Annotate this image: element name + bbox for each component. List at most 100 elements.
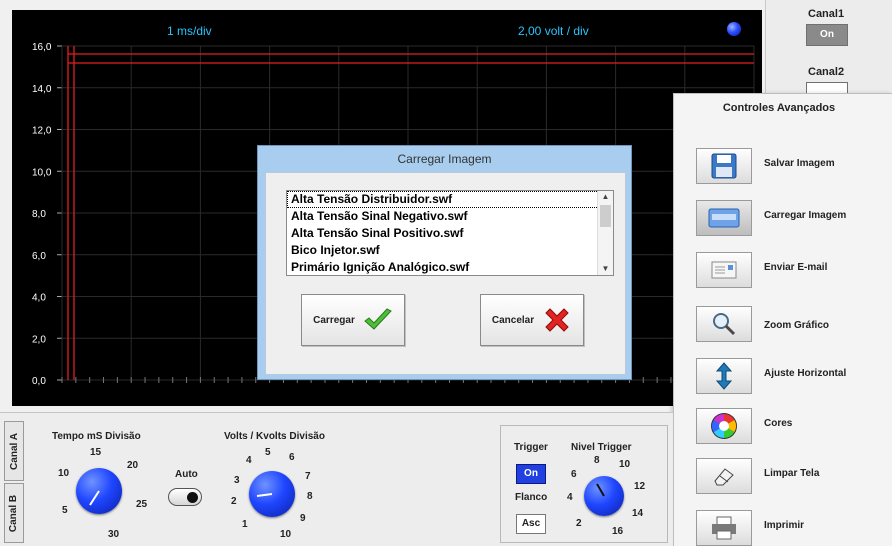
nivel-trigger-knob[interactable] [584, 476, 624, 516]
colors-label: Cores [764, 418, 793, 429]
y-tick-label: 8,0 [32, 209, 46, 220]
carregar-button[interactable]: Carregar [301, 294, 405, 346]
nivel-tick: 4 [567, 492, 573, 503]
load-image-label: Carregar Imagem [764, 210, 847, 221]
zoom-graph-label: Zoom Gráfico [764, 320, 830, 331]
color-wheel-icon [711, 413, 737, 439]
y-tick-label: 0,0 [32, 376, 46, 387]
dialog-title: Carregar Imagem [397, 152, 492, 166]
send-email-item[interactable]: Enviar E-mail [696, 252, 886, 292]
file-list[interactable]: Alta Tensão Distribuidor.swf Alta Tensão… [286, 190, 614, 276]
nivel-tick: 12 [634, 481, 646, 492]
volts-tick: 3 [234, 475, 240, 486]
eraser-icon [714, 468, 734, 486]
floppy-icon [711, 153, 737, 179]
y-tick-label: 12,0 [32, 126, 52, 137]
tempo-knob[interactable] [76, 468, 122, 514]
save-image-item[interactable]: Salvar Imagem [696, 148, 886, 188]
oscilloscope-app: 16,0 14,0 12,0 10,0 8,0 6,0 4,0 2,0 0,0 1 ms/div… [0, 0, 892, 546]
load-image-button[interactable] [696, 200, 752, 236]
magnifier-icon [713, 313, 736, 336]
colors-item[interactable]: Cores [696, 408, 886, 448]
volts-tick: 4 [246, 455, 252, 466]
tab-canal-a[interactable]: Canal A [4, 421, 24, 481]
advanced-controls-panel: Controles Avançados Salvar Imagem Carreg… [673, 93, 892, 546]
zoom-graph-button[interactable] [696, 306, 752, 342]
load-image-icon [708, 208, 740, 228]
nivel-tick: 10 [619, 459, 631, 470]
channel-panel: Canal1 On Canal2 [765, 0, 892, 104]
send-email-button[interactable] [696, 252, 752, 288]
y-tick-label: 10,0 [32, 167, 52, 178]
volts-tick: 1 [242, 519, 248, 530]
flanco-asc-button[interactable]: Asc [516, 514, 546, 534]
close-icon [545, 308, 569, 332]
file-list-item[interactable]: Bico Injetor.swf [287, 242, 613, 259]
knob-pointer-icon [596, 483, 605, 497]
advanced-controls-title: Controles Avançados [722, 102, 836, 114]
nivel-tick: 6 [571, 469, 577, 480]
file-list-item[interactable]: Primário Ignição Analógico.swf [287, 259, 613, 276]
load-image-dialog: Carregar Imagem Alta Tensão Distribuidor… [257, 145, 632, 380]
y-tick-label: 2,0 [32, 334, 46, 345]
horizontal-adjust-button[interactable] [696, 358, 752, 394]
nivel-tick: 16 [612, 526, 624, 537]
y-tick-label: 16,0 [32, 42, 52, 53]
nivel-tick: 8 [594, 455, 600, 466]
nivel-tick: 2 [576, 518, 582, 529]
cancelar-button[interactable]: Cancelar [480, 294, 584, 346]
tab-canal-b-label: Canal B [8, 494, 20, 532]
trigger-on-button[interactable]: On [516, 464, 546, 484]
flanco-label: Flanco [515, 492, 548, 503]
horizontal-adjust-item[interactable]: Ajuste Horizontal [696, 358, 886, 398]
time-per-div-readout: 1 ms/div [167, 24, 212, 38]
scroll-up-icon[interactable]: ▲ [598, 191, 613, 203]
tab-canal-b[interactable]: Canal B [4, 483, 24, 543]
scroll-down-icon[interactable]: ▼ [598, 263, 613, 275]
canal2-label: Canal2 [808, 66, 845, 78]
horizontal-adjust-label: Ajuste Horizontal [764, 368, 847, 379]
save-image-button[interactable] [696, 148, 752, 184]
send-email-label: Enviar E-mail [764, 262, 828, 273]
printer-icon [712, 516, 736, 540]
volts-tick: 10 [280, 529, 292, 540]
trigger-group: Trigger On Flanco Asc Nivel Trigger 8 10… [500, 425, 668, 543]
print-label: Imprimir [764, 520, 805, 531]
status-led-icon [727, 22, 741, 36]
auto-label: Auto [175, 469, 198, 480]
volts-knob[interactable] [249, 471, 295, 517]
vertical-arrows-icon [715, 362, 733, 390]
colors-button[interactable] [696, 408, 752, 444]
y-tick-label: 4,0 [32, 293, 46, 304]
clear-screen-item[interactable]: Limpar Tela [696, 458, 886, 498]
canal1-label: Canal1 [808, 8, 845, 20]
toggle-thumb [187, 492, 198, 503]
canal1-on-button[interactable]: On [806, 24, 848, 46]
file-list-item[interactable]: Alta Tensão Sinal Negativo.swf [287, 208, 613, 225]
volts-tick: 8 [307, 491, 313, 502]
auto-toggle[interactable] [168, 488, 202, 506]
volts-tick: 7 [305, 471, 311, 482]
cancelar-button-label: Cancelar [491, 314, 535, 326]
file-list-item[interactable]: Alta Tensão Sinal Positivo.swf [287, 225, 613, 242]
load-image-item[interactable]: Carregar Imagem [696, 200, 886, 240]
scroll-thumb[interactable] [600, 205, 611, 227]
file-list-item[interactable]: Alta Tensão Distribuidor.swf [287, 191, 613, 208]
tempo-tick: 20 [127, 460, 139, 471]
print-button[interactable] [696, 510, 752, 546]
tempo-tick: 5 [62, 505, 68, 516]
volts-tick: 6 [289, 452, 295, 463]
clear-screen-button[interactable] [696, 458, 752, 494]
nivel-trigger-label: Nivel Trigger [571, 442, 632, 453]
tempo-tick: 10 [58, 468, 70, 479]
file-list-scrollbar[interactable]: ▲ ▼ [597, 191, 613, 275]
print-item[interactable]: Imprimir [696, 510, 886, 546]
tempo-tick: 15 [90, 447, 102, 458]
volts-tick: 2 [231, 496, 237, 507]
tempo-tick: 25 [136, 499, 148, 510]
tab-canal-a-label: Canal A [8, 432, 20, 470]
bottom-controls: Canal A Canal B Tempo mS Divisão 15 20 1… [0, 412, 673, 546]
dialog-body: Alta Tensão Distribuidor.swf Alta Tensão… [265, 172, 626, 375]
carregar-button-label: Carregar [313, 314, 355, 326]
zoom-graph-item[interactable]: Zoom Gráfico [696, 306, 886, 346]
